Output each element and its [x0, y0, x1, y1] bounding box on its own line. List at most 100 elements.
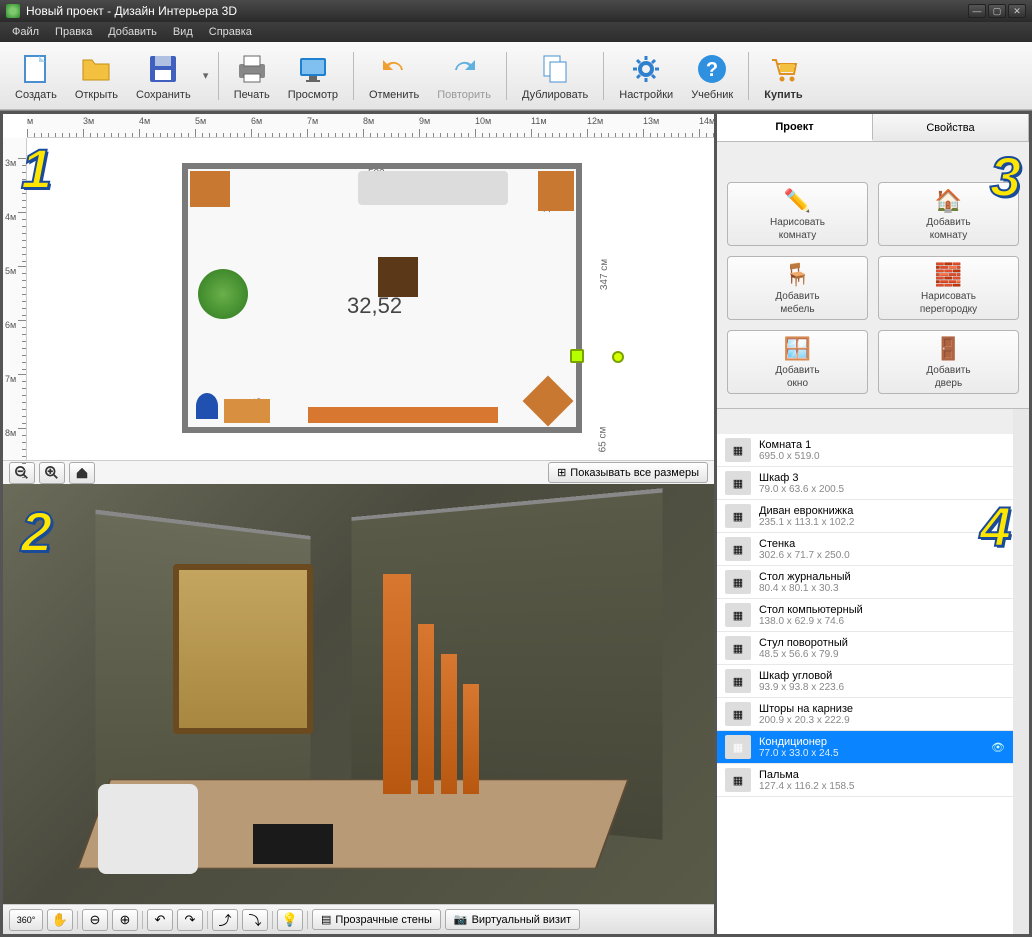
object-row[interactable]: ▦Комната 1695.0 x 519.0 [717, 434, 1013, 467]
toolbar-label: Купить [764, 89, 802, 101]
tab-project[interactable]: Проект [717, 114, 873, 141]
plan-plant[interactable] [198, 269, 248, 319]
plan-chair[interactable] [196, 393, 218, 419]
ruler-horizontal: м3м4м5м6м7м8м9м10м11м12м13м14м [27, 114, 714, 138]
plan-desk[interactable] [224, 399, 270, 423]
toolbar-dropdown[interactable]: ▾ [202, 58, 210, 94]
zoom-in-button[interactable] [39, 462, 65, 484]
plan-object[interactable] [538, 171, 574, 211]
light-button[interactable]: 💡 [277, 909, 303, 931]
toolbar-settings-button[interactable]: Настройки [612, 48, 680, 104]
object-row[interactable]: ▦Шкаф угловой93.9 x 93.8 x 223.6 [717, 665, 1013, 698]
ruler-tick: 4м [5, 212, 16, 222]
zoom-in-3d-button[interactable]: ⊕ [112, 909, 138, 931]
object-row[interactable]: ▦Кондиционер77.0 x 33.0 x 24.5👁 [717, 731, 1013, 764]
home-button[interactable] [69, 462, 95, 484]
toolbar-undo-button[interactable]: Отменить [362, 48, 426, 104]
object-thumb-icon: ▦ [725, 669, 751, 693]
action-окно-button[interactable]: 🪟Добавитьокно [727, 330, 868, 394]
menu-view[interactable]: Вид [165, 24, 201, 40]
selection-handle[interactable] [570, 349, 584, 363]
guide-point[interactable] [612, 351, 624, 363]
action-перегородку-button[interactable]: 🧱Нарисоватьперегородку [878, 256, 1019, 320]
toolbar-buy-button[interactable]: Купить [757, 48, 809, 104]
plan-corner[interactable] [523, 376, 574, 427]
toolbar-preview-button[interactable]: Просмотр [281, 48, 345, 104]
action-мебель-button[interactable]: 🪑Добавитьмебель [727, 256, 868, 320]
ruler-tick: 3м [5, 158, 16, 168]
minimize-button[interactable]: — [968, 4, 986, 18]
menu-file[interactable]: Файл [4, 24, 47, 40]
plan-table[interactable] [378, 257, 418, 297]
cart-icon [765, 51, 801, 87]
object-row[interactable]: ▦Пальма127.4 x 116.2 x 158.5 [717, 764, 1013, 797]
toolbar-duplicate-button[interactable]: Дублировать [515, 48, 595, 104]
render-table [253, 824, 333, 864]
plan-object[interactable] [190, 171, 230, 207]
object-dims: 48.5 x 56.6 x 79.9 [759, 649, 983, 660]
ruler-tick: 3м [83, 116, 94, 126]
toolbar-open-button[interactable]: Открыть [68, 48, 125, 104]
toolbar-help-button[interactable]: ?Учебник [684, 48, 740, 104]
menu-add[interactable]: Добавить [100, 24, 165, 40]
chair-icon: 🪑 [784, 261, 812, 289]
render-shelf [463, 684, 479, 794]
rotate-360-button[interactable]: 360° [9, 909, 43, 931]
object-dims: 127.4 x 116.2 x 158.5 [759, 781, 983, 792]
object-row[interactable]: ▦Стол журнальный80.4 x 80.1 x 30.3 [717, 566, 1013, 599]
action-комнату-button[interactable]: 🏠Добавитькомнату [878, 182, 1019, 246]
menu-edit[interactable]: Правка [47, 24, 100, 40]
object-row[interactable]: ▦Шторы на карнизе200.9 x 20.3 x 222.9 [717, 698, 1013, 731]
toolbar-label: Печать [234, 89, 270, 101]
object-row[interactable]: ▦Стенка302.6 x 71.7 x 250.0 [717, 533, 1013, 566]
actions-panel: ✏️Нарисоватькомнату🏠Добавитькомнату🪑Доба… [717, 142, 1029, 409]
ruler-tick: 9м [419, 116, 430, 126]
tilt-down-button[interactable]: ⤵ [242, 909, 268, 931]
scrollbar[interactable] [1013, 409, 1029, 934]
object-thumb-icon: ▦ [725, 603, 751, 627]
object-thumb-icon: ▦ [725, 438, 751, 462]
objects-list[interactable]: ▦Комната 1695.0 x 519.0▦Шкаф 379.0 x 63.… [717, 434, 1013, 934]
action-дверь-button[interactable]: 🚪Добавитьдверь [878, 330, 1019, 394]
dim-right2: 65 см [598, 427, 609, 453]
action-комнату-button[interactable]: ✏️Нарисоватькомнату [727, 182, 868, 246]
toolbar-new-button[interactable]: Создать [8, 48, 64, 104]
object-row[interactable]: ▦Диван еврокнижка235.1 x 113.1 x 102.2👁 [717, 500, 1013, 533]
ruler-tick: м [27, 116, 33, 126]
ruler-tick: 6м [5, 320, 16, 330]
render-shelf [441, 654, 457, 794]
zoom-out-3d-button[interactable]: ⊖ [82, 909, 108, 931]
object-dims: 80.4 x 80.1 x 30.3 [759, 583, 983, 594]
virtual-visit-button[interactable]: 📷 Виртуальный визит [445, 909, 580, 930]
tilt-up-button[interactable]: ⤴ [212, 909, 238, 931]
rotate-right-button[interactable]: ↷ [177, 909, 203, 931]
object-row[interactable]: ▦Стул поворотный48.5 x 56.6 x 79.9 [717, 632, 1013, 665]
tab-properties[interactable]: Свойства [873, 114, 1029, 141]
visibility-icon[interactable]: 👁 [991, 510, 1005, 523]
plan-sofa[interactable] [358, 171, 508, 205]
side-tabs: Проект Свойства [717, 114, 1029, 142]
transparent-walls-button[interactable]: ▤ Прозрачные стены [312, 909, 441, 930]
pan-button[interactable]: ✋ [47, 909, 73, 931]
toolbar-print-button[interactable]: Печать [227, 48, 277, 104]
object-name: Шкаф 3 [759, 472, 983, 484]
show-all-dims-button[interactable]: ⊞ Показывать все размеры [548, 462, 708, 483]
object-dims: 77.0 x 33.0 x 24.5 [759, 748, 983, 759]
menu-help[interactable]: Справка [201, 24, 260, 40]
plan-wall-unit[interactable] [308, 407, 498, 423]
plan-canvas[interactable]: 582 347 см 65 см 154 159 489 665 95 [27, 138, 714, 460]
plan-2d-area[interactable]: м3м4м5м6м7м8м9м10м11м12м13м14м 3м4м5м6м7… [3, 114, 714, 484]
zoom-out-button[interactable] [9, 462, 35, 484]
maximize-button[interactable]: ▢ [988, 4, 1006, 18]
object-row[interactable]: ▦Шкаф 379.0 x 63.6 x 200.5 [717, 467, 1013, 500]
toolbar-save-button[interactable]: Сохранить [129, 48, 198, 104]
close-button[interactable]: ✕ [1008, 4, 1026, 18]
toolbar-label: Просмотр [288, 89, 338, 101]
ruler-tick: 14м [699, 116, 715, 126]
object-row[interactable]: ▦Стол компьютерный138.0 x 62.9 x 74.6 [717, 599, 1013, 632]
rotate-left-button[interactable]: ↶ [147, 909, 173, 931]
view-3d-canvas[interactable] [3, 484, 714, 904]
object-thumb-icon: ▦ [725, 702, 751, 726]
visibility-icon[interactable]: 👁 [991, 741, 1005, 754]
toolbar-redo-button[interactable]: Повторить [430, 48, 498, 104]
